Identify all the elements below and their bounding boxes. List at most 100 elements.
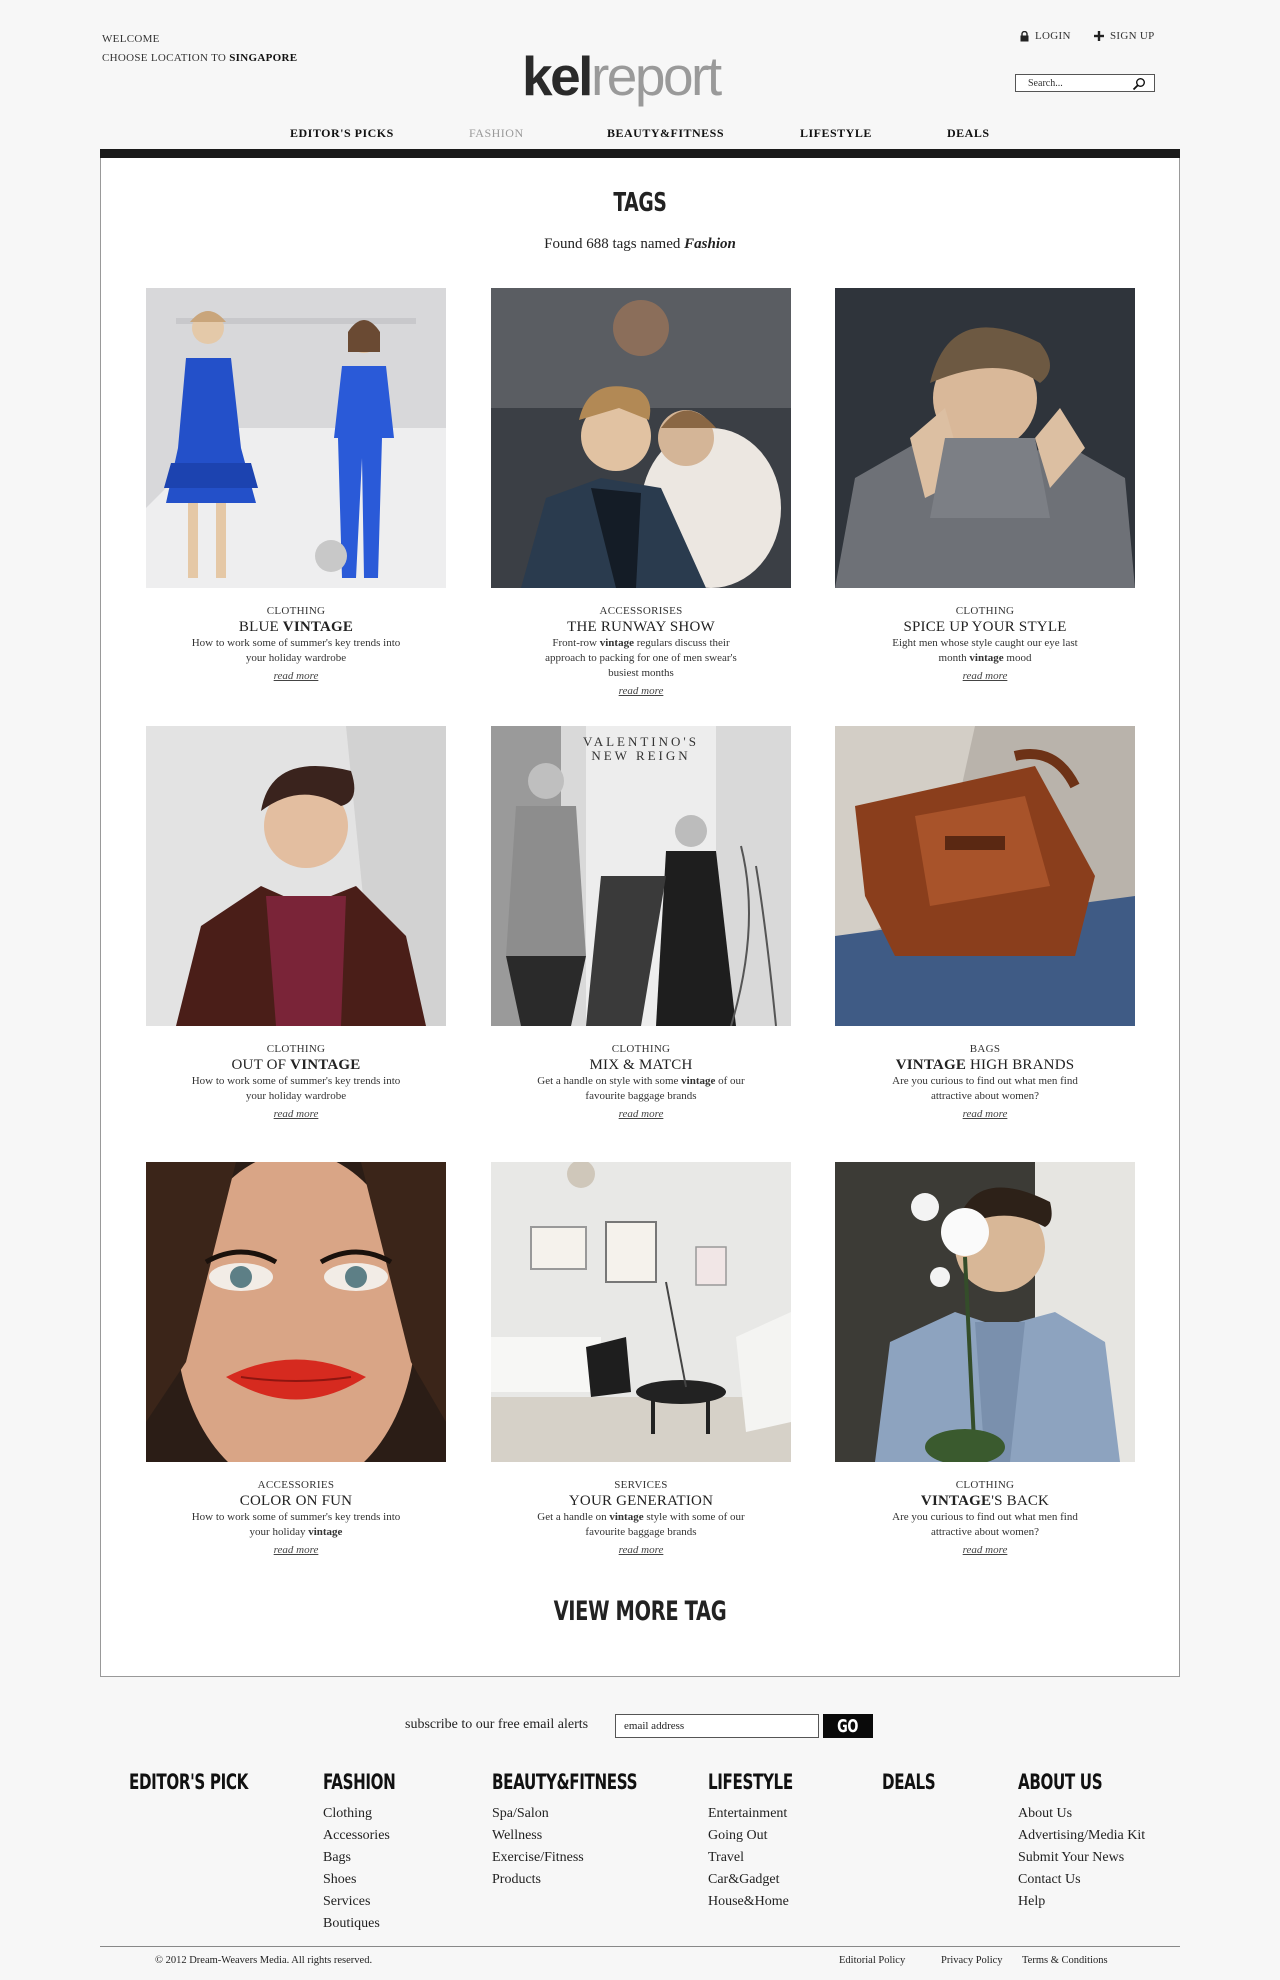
article-image-blue-dresses[interactable] [146, 288, 446, 588]
article-description: Front-row vintage regulars discuss their… [545, 637, 737, 679]
article-title[interactable]: SPICE UP YOUR STYLE [835, 619, 1135, 636]
nav-fashion[interactable]: FASHION [469, 126, 524, 141]
nav-editors-picks[interactable]: EDITOR'S PICKS [290, 126, 394, 141]
editorial-policy-link[interactable]: Editorial Policy [839, 1955, 905, 1966]
email-field[interactable] [615, 1714, 819, 1738]
footer-col-deals: DEALS [882, 1770, 956, 1795]
article-image-red-lips[interactable] [146, 1162, 446, 1462]
footer-col-about-us: ABOUT US About Us Advertising/Media Kit … [1018, 1770, 1145, 1913]
article-image-leather-bag[interactable] [835, 726, 1135, 1026]
go-label: GO [837, 1716, 859, 1737]
footer-link[interactable]: Bags [323, 1847, 424, 1869]
article-description: Eight men whose style caught our eye las… [892, 637, 1078, 664]
footer-link[interactable]: About Us [1018, 1803, 1145, 1825]
privacy-policy-link[interactable]: Privacy Policy [941, 1955, 1003, 1966]
article-image-living-room[interactable] [491, 1162, 791, 1462]
signup-link[interactable]: SIGN UP [1094, 30, 1155, 42]
site-logo[interactable]: kelreport [522, 45, 722, 107]
article-title[interactable]: YOUR GENERATION [491, 1493, 791, 1510]
footer-heading[interactable]: EDITOR'S PICK [129, 1770, 248, 1794]
logo-part-kel: kel [522, 45, 593, 107]
footer-link[interactable]: Spa/Salon [492, 1803, 694, 1825]
view-more-button[interactable]: VIEW MORE TAG [554, 1596, 727, 1627]
read-more-link[interactable]: read more [619, 685, 664, 697]
footer-link[interactable]: Shoes [323, 1869, 424, 1891]
copyright-text: © 2012 Dream-Weavers Media. All rights r… [155, 1955, 373, 1966]
nav-bottom-bar [100, 149, 1180, 158]
article-image-knit-sweater[interactable] [835, 288, 1135, 588]
footer-link[interactable]: Entertainment [708, 1803, 826, 1825]
subscribe-label: subscribe to our free email alerts [405, 1717, 589, 1732]
nav-lifestyle[interactable]: LIFESTYLE [800, 126, 872, 141]
read-more-link[interactable]: read more [963, 1544, 1008, 1556]
search-input[interactable] [1016, 75, 1138, 91]
footer-link[interactable]: Clothing [323, 1803, 424, 1825]
location-value[interactable]: SINGAPORE [229, 52, 297, 64]
article-title[interactable]: VINTAGE HIGH BRANDS [835, 1057, 1135, 1074]
search-box [1015, 74, 1155, 92]
article-image-suede-jacket[interactable] [146, 726, 446, 1026]
footer-link[interactable]: Boutiques [323, 1913, 424, 1935]
footer-link[interactable]: Services [323, 1891, 424, 1913]
article-title[interactable]: OUT OF VINTAGE [146, 1057, 446, 1074]
footer-link[interactable]: Advertising/Media Kit [1018, 1825, 1145, 1847]
article-category: CLOTHING [611, 1043, 671, 1055]
footer-link[interactable]: Contact Us [1018, 1869, 1145, 1891]
footer-link[interactable]: Exercise/Fitness [492, 1847, 694, 1869]
read-more-link[interactable]: read more [619, 1544, 664, 1556]
footer-heading[interactable]: FASHION [323, 1770, 396, 1794]
login-label: LOGIN [1035, 30, 1071, 42]
footer-link[interactable]: Help [1018, 1891, 1145, 1913]
article-image-valentino[interactable]: VALENTINO'S NEW REIGN [491, 726, 791, 1026]
read-more-link[interactable]: read more [963, 670, 1008, 682]
view-more-wrap: VIEW MORE TAG [0, 1596, 1280, 1627]
nav-beauty-fitness[interactable]: BEAUTY&FITNESS [607, 126, 724, 141]
article-category: CLOTHING [955, 605, 1015, 617]
read-more-link[interactable]: read more [274, 1544, 319, 1556]
footer-link[interactable]: House&Home [708, 1891, 826, 1913]
article-title[interactable]: COLOR ON FUN [146, 1493, 446, 1510]
article-card: VALENTINO'S NEW REIGN CLOTHING MIX & MAT… [491, 726, 791, 1122]
search-icon[interactable] [1132, 77, 1146, 91]
article-title[interactable]: VINTAGE'S BACK [835, 1493, 1135, 1510]
article-card: CLOTHING SPICE UP YOUR STYLE Eight men w… [835, 288, 1135, 684]
lock-icon [1020, 30, 1029, 41]
nav-deals[interactable]: DEALS [947, 126, 990, 141]
footer-heading[interactable]: LIFESTYLE [708, 1770, 793, 1794]
footer-link[interactable]: Going Out [708, 1825, 826, 1847]
read-more-link[interactable]: read more [274, 670, 319, 682]
footer-link[interactable]: Car&Gadget [708, 1869, 826, 1891]
article-description: How to work some of summer's key trends … [191, 1511, 401, 1538]
svg-text:VALENTINO'S: VALENTINO'S [583, 734, 699, 749]
terms-link[interactable]: Terms & Conditions [1022, 1955, 1108, 1966]
page-title: TAGS [613, 188, 667, 218]
article-category: SERVICES [614, 1479, 668, 1491]
footer-heading[interactable]: DEALS [882, 1770, 936, 1794]
article-title[interactable]: THE RUNWAY SHOW [491, 619, 791, 636]
location-chooser[interactable]: CHOOSE LOCATION TO SINGAPORE [102, 49, 297, 68]
article-image-orchid-man[interactable] [835, 1162, 1135, 1462]
article-description: Are you curious to find out what men fin… [892, 1075, 1078, 1102]
page-title-wrap: TAGS [0, 188, 1280, 218]
read-more-link[interactable]: read more [619, 1108, 664, 1120]
article-title[interactable]: BLUE VINTAGE [146, 619, 446, 636]
footer-link[interactable]: Travel [708, 1847, 826, 1869]
login-link[interactable]: LOGIN [1020, 30, 1071, 42]
article-title[interactable]: MIX & MATCH [491, 1057, 791, 1074]
read-more-link[interactable]: read more [274, 1108, 319, 1120]
footer-link[interactable]: Accessories [323, 1825, 424, 1847]
footer-link[interactable]: Products [492, 1869, 694, 1891]
logo-part-report: report [590, 45, 722, 107]
footer-link[interactable]: Wellness [492, 1825, 694, 1847]
article-card: ACCESSORIES COLOR ON FUN How to work som… [146, 1162, 446, 1558]
footer-heading[interactable]: ABOUT US [1018, 1770, 1103, 1794]
signup-label: SIGN UP [1110, 30, 1155, 42]
results-summary: Found 688 tags named Fashion [0, 236, 1280, 253]
footer-link[interactable]: Submit Your News [1018, 1847, 1145, 1869]
read-more-link[interactable]: read more [963, 1108, 1008, 1120]
article-category: ACCESSORIES [257, 1479, 335, 1491]
article-description: Are you curious to find out what men fin… [892, 1511, 1078, 1538]
article-image-runway[interactable] [491, 288, 791, 588]
go-button[interactable]: GO [823, 1714, 873, 1738]
footer-heading[interactable]: BEAUTY&FITNESS [492, 1770, 637, 1794]
